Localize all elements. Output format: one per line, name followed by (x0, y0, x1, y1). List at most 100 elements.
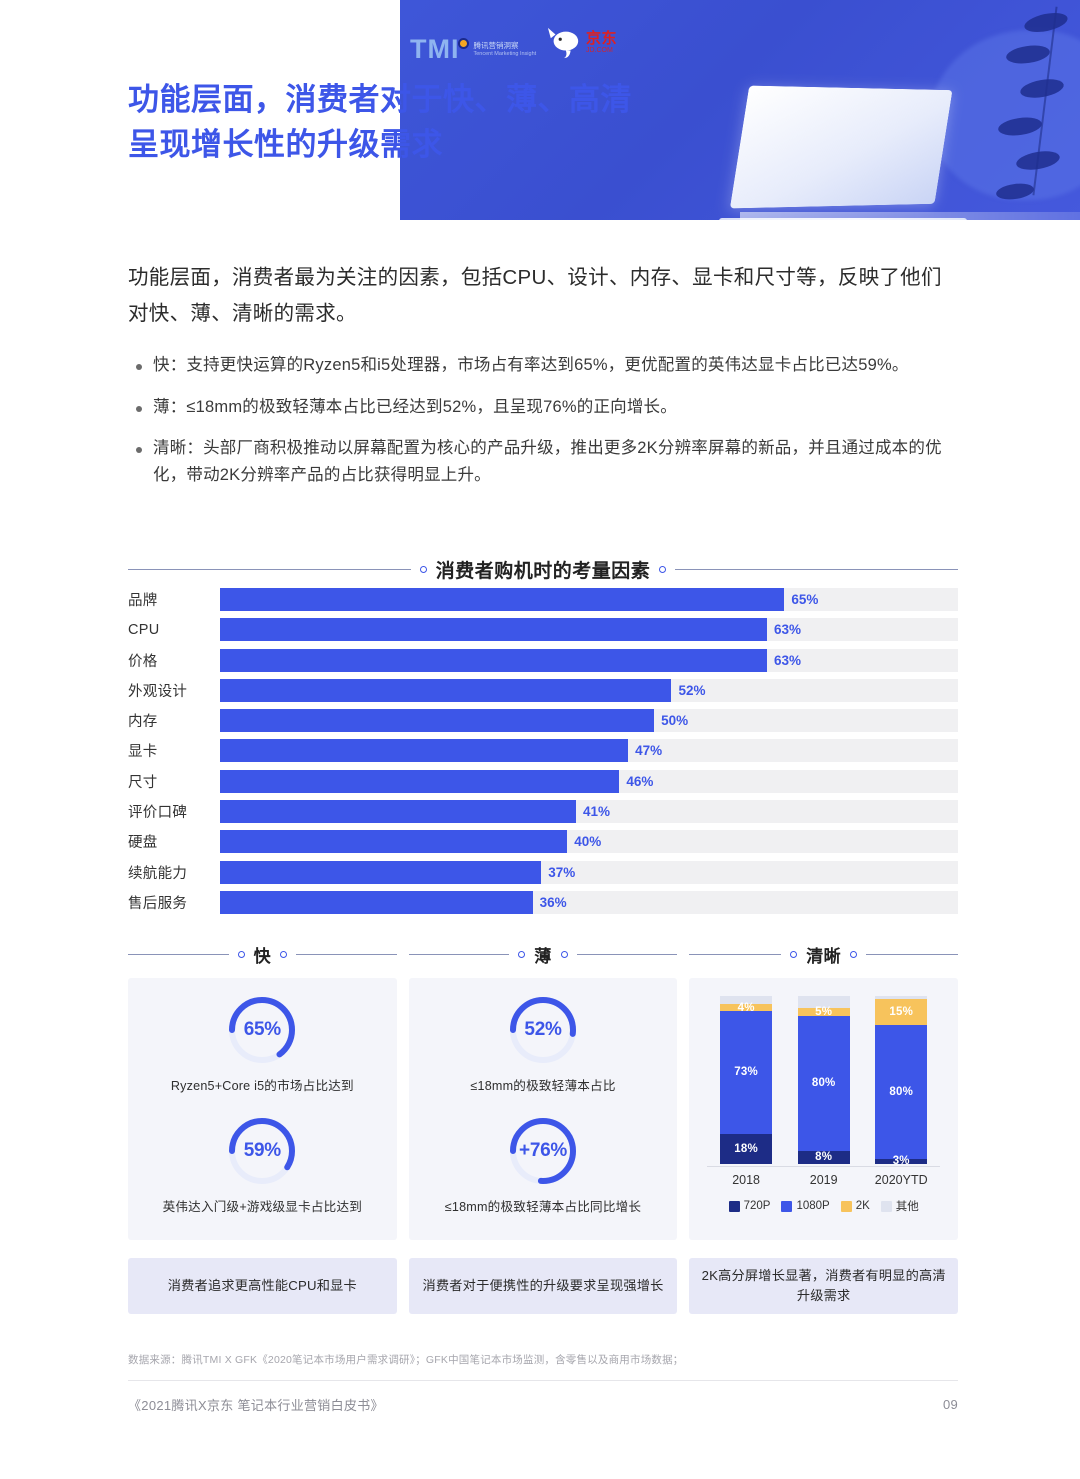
ring-dot-icon (659, 566, 667, 573)
table-row: 评价口碑 41% (128, 800, 958, 824)
legend-swatch (728, 1200, 740, 1212)
legend-item: 2K (840, 1198, 870, 1214)
donut-gauge: 59% (224, 1113, 300, 1189)
tmi-logo-en: Tencent Marketing Insight (473, 50, 537, 57)
bar-category-label: 显卡 (128, 744, 158, 761)
rule-right (576, 954, 678, 955)
banner-bottom-highlight (740, 212, 1080, 220)
bar-value-label: 50% (661, 713, 689, 729)
panel-clarity: 清晰 4% 73% 18% 5% 80% 8% 15% 80% 3% 2018 2019 2020Y… (689, 942, 959, 1240)
donut-gauge: +76% (505, 1113, 581, 1189)
table-row: 显卡 47% (128, 739, 958, 763)
callout-thin: 消费者对于便携性的升级要求呈现强增长 (408, 1258, 678, 1314)
bar-value-label: 63% (773, 652, 802, 668)
gauge-value: 59% (243, 1140, 281, 1161)
stack-segment-label: 80% (889, 1085, 914, 1098)
legend-label: 720P (743, 1200, 771, 1212)
page-footer: 《2021腾讯X京东 笔记本行业营销白皮书》 09 (128, 1395, 958, 1414)
rule-left (408, 954, 510, 955)
ring-dot-icon (560, 951, 568, 958)
chart-title: 消费者购机时的考量因素 (435, 561, 651, 582)
panel-heading: 薄 (534, 947, 552, 966)
bar-track: 41% (220, 800, 958, 824)
rule-right (675, 569, 959, 570)
table-row: 尺寸 46% (128, 769, 958, 793)
list-item: 薄：≤18mm的极致轻薄本占比已经达到52%，且呈现76%的正向增长。 (136, 394, 962, 421)
bar-value-label: 40% (574, 834, 602, 850)
panel-heading: 快 (253, 947, 272, 966)
bar-track: 37% (220, 860, 958, 884)
stacked-columns: 4% 73% 18% 5% 80% 8% 15% 80% 3% (707, 996, 940, 1168)
legend-item: 720P (728, 1198, 771, 1214)
x-tick-label: 2019 (809, 1173, 838, 1187)
stack-segment-label: 15% (889, 1005, 914, 1018)
panel-body: 52% ≤18mm的极致轻薄本占比 +76% ≤18mm的极致轻薄本占比同比增长 (408, 978, 678, 1240)
bar-fill (220, 678, 672, 702)
stacked-column: 4% 73% 18% (720, 996, 773, 1164)
gauge-caption: ≤18mm的极致轻薄本占比同比增长 (444, 1200, 642, 1214)
bar-category-label: 售后服务 (128, 895, 188, 912)
donut-gauge: 52% (505, 992, 581, 1068)
bar-category-label: 价格 (128, 653, 158, 670)
lead-paragraph: 功能层面，消费者最为关注的因素，包括CPU、设计、内存、显卡和尺寸等，反映了他们… (128, 266, 942, 326)
three-panel-section: 快 65% Ryzen5+Core i5的市场占比达到 59% 英伟达入门级+游… (128, 942, 959, 1240)
bar-category-label: 续航能力 (128, 865, 188, 882)
panel-heading: 清晰 (806, 947, 842, 966)
table-row: 品牌 65% (128, 588, 958, 611)
bar-fill (220, 769, 620, 793)
ring-dot-icon (850, 951, 858, 958)
legend-label: 1080P (796, 1200, 830, 1212)
bar-value-label: 36% (539, 894, 567, 910)
table-row: 售后服务 36% (128, 890, 958, 914)
stack-segment: 15% (875, 999, 928, 1025)
stack-segment-label: 3% (892, 1155, 910, 1168)
gauge-block: +76% ≤18mm的极致轻薄本占比同比增长 (421, 1113, 666, 1216)
jd-logo-text: 京东 JD.COM (586, 30, 617, 55)
bar-fill (220, 709, 655, 733)
bar-track: 65% (220, 588, 958, 611)
x-tick-label: 2020YTD (874, 1173, 928, 1187)
bar-track: 47% (220, 739, 958, 763)
gauge-value: 52% (524, 1019, 562, 1040)
legend-item: 1080P (781, 1198, 830, 1214)
page-title: 功能层面，消费者对于快、薄、高清 呈现增长性的升级需求 (128, 82, 632, 162)
table-row: 外观设计 52% (128, 678, 958, 702)
stacked-column: 5% 80% 8% (797, 996, 850, 1164)
legend-label: 2K (855, 1200, 870, 1212)
x-tick-label: 2018 (732, 1173, 761, 1187)
gauge-block: 52% ≤18mm的极致轻薄本占比 (421, 992, 666, 1095)
stack-segment: 18% (720, 1133, 773, 1164)
bar-value-label: 37% (548, 864, 576, 880)
callout-row: 消费者追求更高性能CPU和显卡 消费者对于便携性的升级要求呈现强增长 2K高分屏… (128, 1258, 959, 1314)
jd-dog-icon (547, 27, 579, 59)
gauge-value: 65% (243, 1019, 281, 1040)
table-row: 续航能力 37% (128, 860, 958, 884)
panel-thin: 薄 52% ≤18mm的极致轻薄本占比 +76% ≤18mm的极致轻薄本占比同比… (408, 942, 678, 1240)
bullet-text: 薄：≤18mm的极致轻薄本占比已经达到52%，且呈现76%的正向增长。 (153, 397, 677, 416)
bar-value-label: 47% (635, 743, 663, 759)
legend-item: 其他 (880, 1198, 919, 1214)
callout-fast: 消费者追求更高性能CPU和显卡 (128, 1258, 397, 1314)
legend-swatch (880, 1200, 892, 1212)
stack-segment: 80% (875, 1024, 928, 1159)
bar-track: 50% (220, 709, 958, 733)
rule-right (866, 954, 959, 955)
bullet-dot-icon (136, 364, 142, 370)
stack-segment-label: 8% (815, 1151, 833, 1164)
data-source-note: 数据来源：腾讯TMI X GFK《2020笔记本市场用户需求调研》；GFK中国笔… (128, 1354, 684, 1366)
bullet-text: 快：支持更快运算的Ryzen5和i5处理器，市场占有率达到65%，更优配置的英伟… (153, 356, 909, 374)
bullet-dot-icon (136, 405, 142, 412)
gauge-block: 65% Ryzen5+Core i5的市场占比达到 (140, 992, 385, 1095)
stack-segment-label: 73% (734, 1066, 758, 1079)
bar-fill (220, 830, 568, 854)
consideration-factors-bar-chart: 品牌 65% CPU 63% 价格 63% 外观设计 52% 内存 50% 显卡 47% 尺寸 46% 评价… (128, 588, 958, 921)
bar-category-label: 内存 (128, 714, 158, 731)
x-axis-labels: 2018 2019 2020YTD (707, 1173, 940, 1187)
bar-category-label: 品牌 (128, 593, 158, 609)
tmi-logo-cn: 腾讯营销洞察 (473, 41, 519, 51)
donut-gauge: 65% (224, 992, 300, 1068)
ring-dot-icon (790, 951, 798, 958)
bar-fill (220, 739, 629, 763)
rule-right (296, 954, 397, 955)
stack-segment: 73% (720, 1011, 773, 1134)
